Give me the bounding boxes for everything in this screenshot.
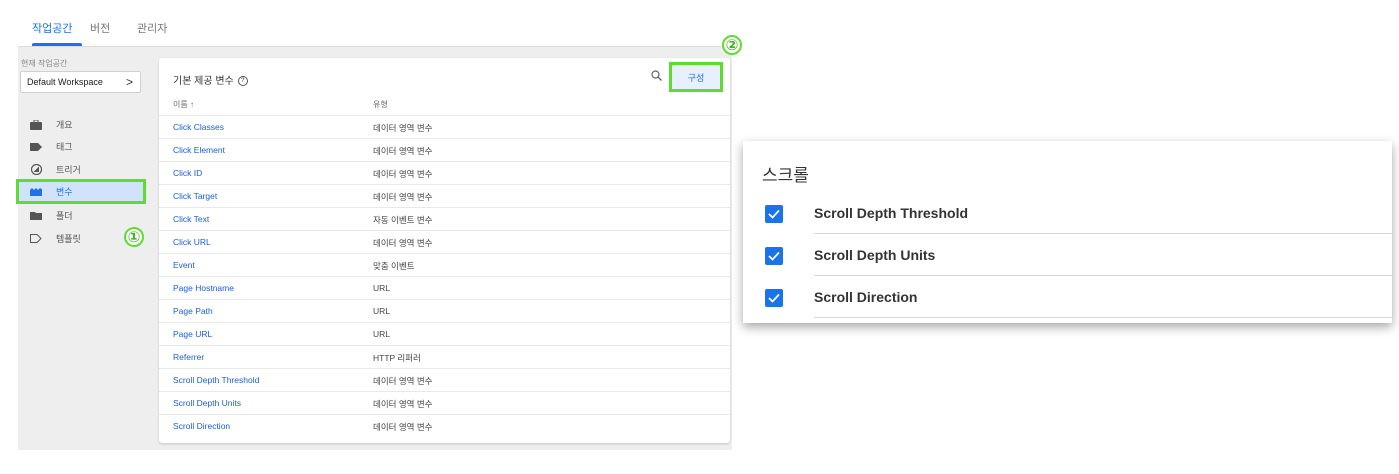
- configure-button[interactable]: 구성: [669, 62, 723, 92]
- variable-type: 데이터 영역 변수: [373, 399, 433, 409]
- table-row: Page Path URL: [159, 299, 730, 322]
- variable-type: URL: [373, 306, 391, 316]
- search-icon[interactable]: [651, 70, 662, 81]
- table-row: Event 맞춤 이벤트: [159, 253, 730, 276]
- sidebar-item-overview[interactable]: 개요: [18, 114, 144, 135]
- checkmark-icon: [768, 209, 780, 219]
- variable-name-link[interactable]: Click ID: [173, 168, 202, 178]
- table-row: Click ID 데이터 영역 변수: [159, 161, 730, 184]
- sidebar-item-label: 트리거: [56, 165, 81, 175]
- divider: [814, 317, 1392, 318]
- variable-name-link[interactable]: Page Path: [173, 306, 213, 316]
- table-row: Click Classes 데이터 영역 변수: [159, 115, 730, 138]
- checkbox-label: Scroll Depth Threshold: [814, 205, 969, 221]
- sidebar-item-label: 변수: [56, 187, 73, 197]
- variable-name-link[interactable]: Click Text: [173, 214, 209, 224]
- variable-type: URL: [373, 283, 391, 293]
- table-row: Page URL URL: [159, 322, 730, 345]
- tab-admin[interactable]: 관리자: [137, 20, 167, 36]
- variable-name-link[interactable]: Click Classes: [173, 122, 224, 132]
- checkbox-label: Scroll Direction: [814, 289, 918, 305]
- sidebar-item-tags[interactable]: 태그: [18, 136, 144, 157]
- tag-icon: [30, 141, 42, 153]
- table-row: Click Target 데이터 영역 변수: [159, 184, 730, 207]
- workspace-label: 현재 작업공간: [21, 59, 68, 68]
- checkbox-label: Scroll Depth Units: [814, 247, 936, 263]
- table-row: Click URL 데이터 영역 변수: [159, 230, 730, 253]
- table-row: Click Element 데이터 영역 변수: [159, 138, 730, 161]
- sidebar-item-triggers[interactable]: 트리거: [18, 159, 144, 180]
- callout-one: ①: [124, 227, 144, 247]
- help-icon[interactable]: ?: [237, 76, 248, 87]
- chevron-right-icon: >: [125, 75, 133, 89]
- sidebar-item-label: 템플릿: [56, 234, 81, 244]
- folder-icon: [30, 210, 42, 222]
- checkbox-row: Scroll Depth Threshold: [743, 192, 1392, 234]
- checkmark-icon: [768, 251, 780, 261]
- variable-name-link[interactable]: Click URL: [173, 237, 211, 247]
- variable-type: 데이터 영역 변수: [373, 169, 433, 179]
- variable-type: 데이터 영역 변수: [373, 146, 433, 156]
- variable-type: 데이터 영역 변수: [373, 192, 433, 202]
- template-icon: [30, 233, 42, 245]
- sidebar-item-variables[interactable]: 변수: [16, 179, 146, 204]
- variable-type: URL: [373, 329, 391, 339]
- sidebar-item-label: 개요: [56, 120, 73, 130]
- variable-type: 맞춤 이벤트: [373, 261, 415, 271]
- variable-type: 데이터 영역 변수: [373, 422, 433, 432]
- workspace-name: Default Workspace: [27, 77, 103, 87]
- sidebar-item-folders[interactable]: 폴더: [18, 205, 144, 226]
- table-row: Scroll Direction 데이터 영역 변수: [159, 414, 730, 437]
- workspace-selector[interactable]: Default Workspace >: [20, 71, 141, 93]
- card-title: 기본 제공 변수?: [173, 72, 248, 87]
- tab-workspace[interactable]: 작업공간: [32, 20, 72, 36]
- checkbox-row: Scroll Direction: [743, 276, 1392, 318]
- builtin-variables-card: 기본 제공 변수? 구성 이름 ↑ 유형 Click Classes 데이터 영역…: [159, 58, 730, 443]
- column-header-name[interactable]: 이름 ↑: [173, 99, 194, 110]
- card-title-text: 기본 제공 변수: [173, 76, 234, 87]
- trigger-icon: [30, 164, 42, 176]
- panel-title: 스크롤: [762, 166, 809, 185]
- column-header-type: 유형: [373, 100, 388, 109]
- variable-name-link[interactable]: Referrer: [173, 352, 204, 362]
- variable-name-link[interactable]: Page Hostname: [173, 283, 234, 293]
- variable-name-link[interactable]: Click Target: [173, 191, 217, 201]
- active-tab-indicator: [32, 43, 82, 46]
- table-row: Referrer HTTP 리퍼러: [159, 345, 730, 368]
- callout-two: ②: [722, 35, 742, 55]
- table-row: Click Text 자동 이벤트 변수: [159, 207, 730, 230]
- tab-versions[interactable]: 버전: [90, 20, 110, 36]
- checkbox-row: Scroll Depth Units: [743, 234, 1392, 276]
- checkbox-scroll-depth-threshold[interactable]: [765, 205, 783, 223]
- variable-type: 데이터 영역 변수: [373, 376, 433, 386]
- variable-type: 자동 이벤트 변수: [373, 215, 433, 225]
- sidebar-item-label: 폴더: [56, 211, 73, 221]
- table-row: Scroll Depth Threshold 데이터 영역 변수: [159, 368, 730, 391]
- variable-name-link[interactable]: Event: [173, 260, 195, 270]
- briefcase-icon: [30, 119, 42, 131]
- variable-name-link[interactable]: Scroll Depth Threshold: [173, 375, 259, 385]
- checkbox-scroll-direction[interactable]: [765, 289, 783, 307]
- table-row: Scroll Depth Units 데이터 영역 변수: [159, 391, 730, 414]
- variable-type: HTTP 리퍼러: [373, 353, 421, 363]
- variable-name-link[interactable]: Click Element: [173, 145, 225, 155]
- variables-icon: [30, 186, 42, 198]
- variable-type: 데이터 영역 변수: [373, 238, 433, 248]
- scroll-variables-panel: 스크롤 Scroll Depth Threshold Scroll Depth …: [743, 141, 1392, 323]
- variable-name-link[interactable]: Scroll Depth Units: [173, 398, 241, 408]
- top-tabs: 작업공간 버전 관리자: [18, 0, 732, 47]
- table-row: Page Hostname URL: [159, 276, 730, 299]
- variable-type: 데이터 영역 변수: [373, 123, 433, 133]
- variable-name-link[interactable]: Scroll Direction: [173, 421, 230, 431]
- variable-name-link[interactable]: Page URL: [173, 329, 212, 339]
- checkmark-icon: [768, 293, 780, 303]
- sidebar-item-label: 태그: [56, 142, 73, 152]
- checkbox-scroll-depth-units[interactable]: [765, 247, 783, 265]
